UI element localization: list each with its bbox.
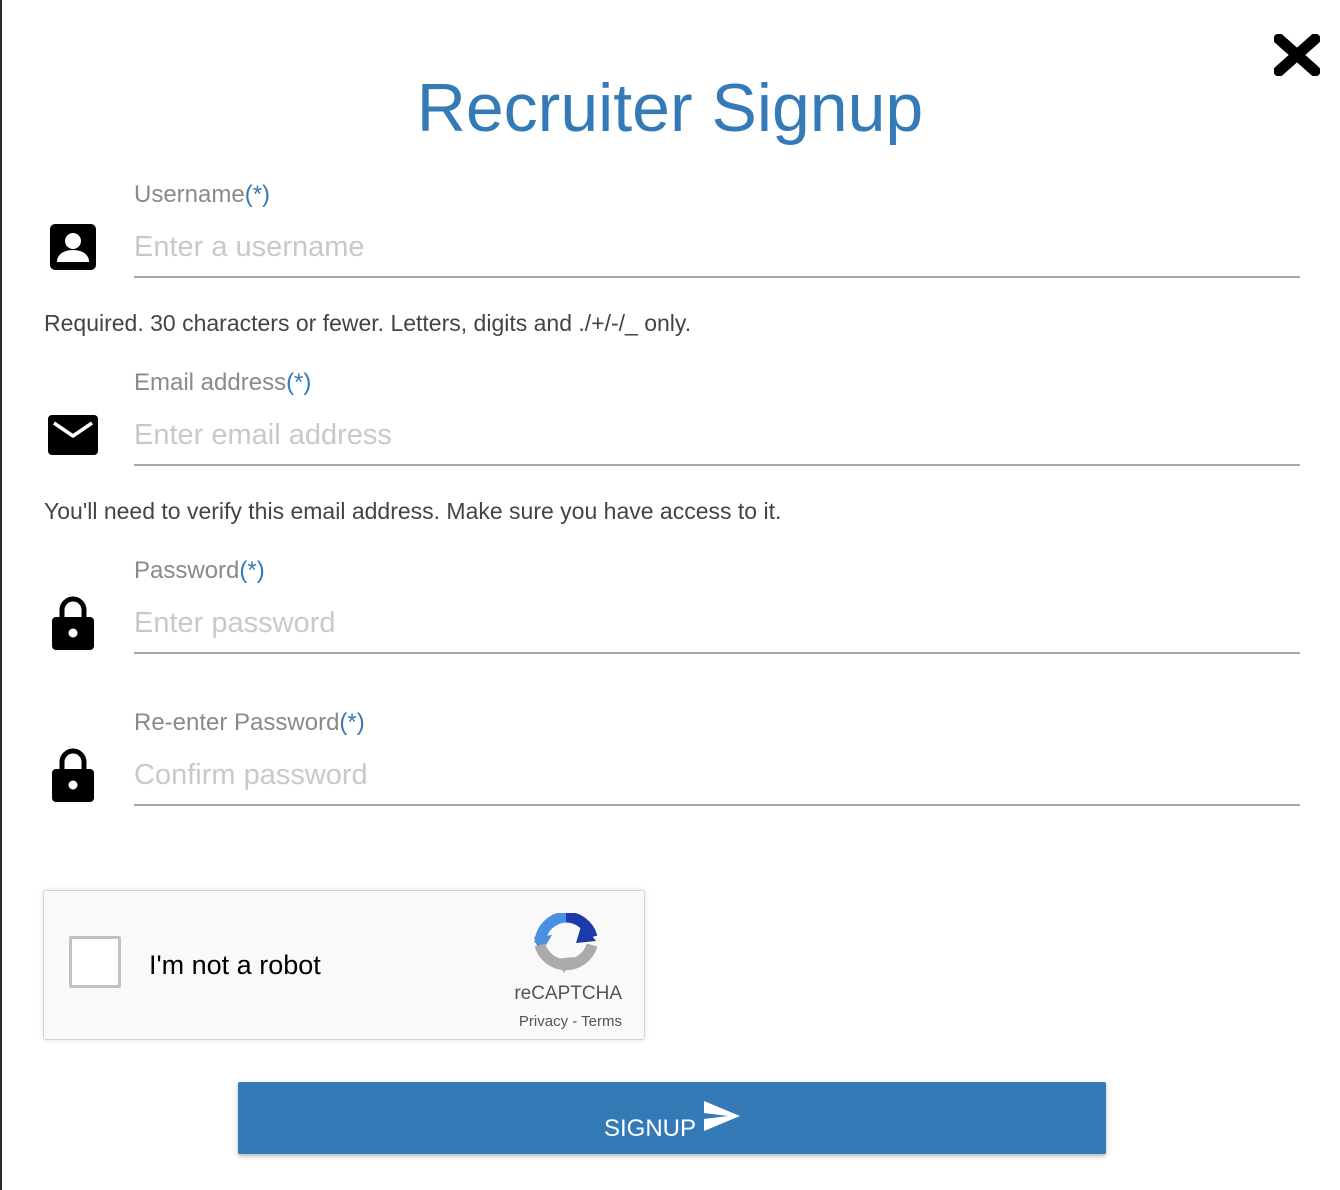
- recaptcha-logo-icon: [534, 913, 598, 973]
- email-help-text: You'll need to verify this email address…: [44, 498, 782, 524]
- required-marker: (*): [339, 709, 365, 736]
- recaptcha-widget: I'm not a robot reCAPTCHA Privacy - Term…: [43, 890, 645, 1040]
- account-box-icon: [50, 224, 96, 270]
- recaptcha-checkbox[interactable]: [69, 936, 121, 988]
- send-icon: [704, 1101, 740, 1131]
- username-help-text: Required. 30 characters or fewer. Letter…: [44, 310, 692, 336]
- username-label: Username(*): [134, 181, 271, 208]
- password-label: Password(*): [134, 557, 265, 584]
- recaptcha-links: Privacy - Terms: [464, 1013, 622, 1031]
- recaptcha-brand: reCAPTCHA: [514, 983, 622, 1004]
- email-label: Email address(*): [134, 369, 312, 396]
- password-confirm-label: Re-enter Password(*): [134, 709, 365, 736]
- username-input[interactable]: [134, 218, 1300, 278]
- recaptcha-label: I'm not a robot: [149, 950, 321, 980]
- password-input[interactable]: [134, 594, 1300, 654]
- modal-left-border: [0, 0, 2, 1190]
- lock-icon: [52, 748, 94, 802]
- recaptcha-terms-link[interactable]: Terms: [581, 1013, 622, 1030]
- signup-button-label: SIGNUP: [603, 1115, 696, 1142]
- required-marker: (*): [239, 557, 265, 584]
- email-input[interactable]: [134, 406, 1300, 466]
- page-title: Recruiter Signup: [416, 70, 924, 146]
- signup-button[interactable]: SIGNUP: [238, 1082, 1106, 1154]
- recaptcha-privacy-link[interactable]: Privacy: [519, 1013, 568, 1030]
- required-marker: (*): [286, 369, 312, 396]
- recaptcha-link-separator: -: [568, 1013, 582, 1030]
- required-marker: (*): [244, 181, 271, 208]
- envelope-icon: [48, 415, 98, 455]
- lock-icon: [52, 596, 94, 650]
- password-confirm-input[interactable]: [134, 746, 1300, 806]
